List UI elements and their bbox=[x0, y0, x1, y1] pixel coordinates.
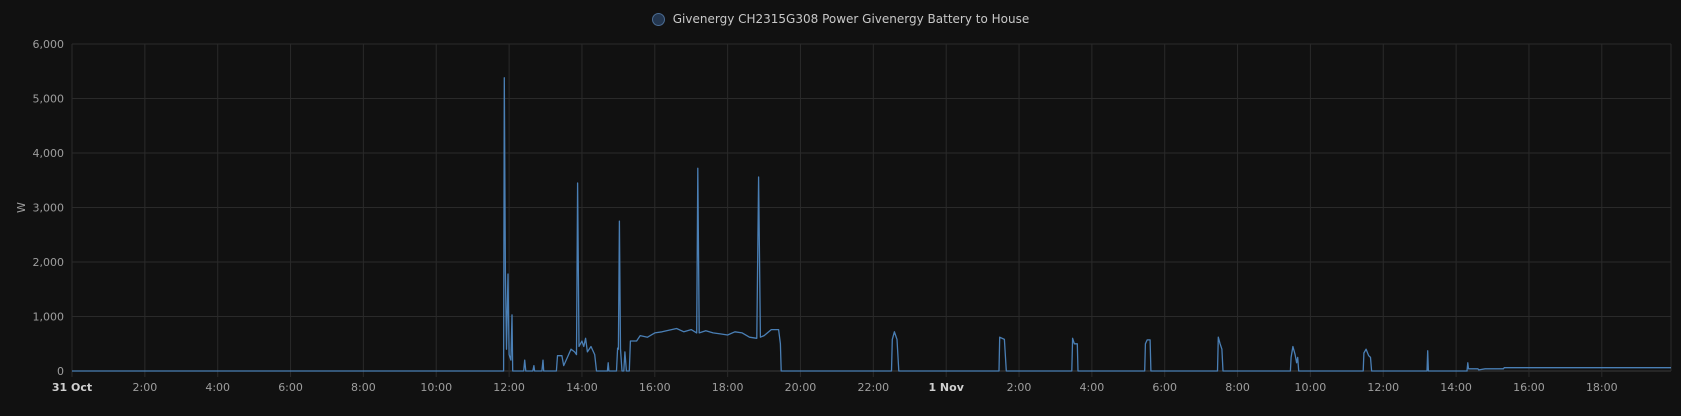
y-tick-label: 6,000 bbox=[33, 38, 65, 51]
x-tick-label: 6:00 bbox=[278, 381, 303, 394]
x-tick-label: 2:00 bbox=[132, 381, 157, 394]
x-tick-label: 10:00 bbox=[420, 381, 452, 394]
x-tick-label: 8:00 bbox=[1225, 381, 1250, 394]
x-tick-label: 6:00 bbox=[1152, 381, 1177, 394]
y-tick-label: 1,000 bbox=[33, 311, 65, 324]
y-tick-label: 0 bbox=[57, 365, 64, 378]
x-tick-label: 4:00 bbox=[205, 381, 230, 394]
x-tick-label: 4:00 bbox=[1080, 381, 1105, 394]
series-line bbox=[72, 77, 1671, 372]
chart-container: Givenergy CH2315G308 Power Givenergy Bat… bbox=[0, 0, 1681, 416]
x-tick-label: 8:00 bbox=[351, 381, 376, 394]
x-tick-label: 10:00 bbox=[1295, 381, 1327, 394]
x-tick-label: 16:00 bbox=[1513, 381, 1545, 394]
y-tick-label: 3,000 bbox=[33, 202, 65, 215]
x-tick-label: 20:00 bbox=[785, 381, 817, 394]
x-tick-label: 12:00 bbox=[1367, 381, 1399, 394]
x-tick-label: 2:00 bbox=[1007, 381, 1032, 394]
y-tick-label: 5,000 bbox=[33, 93, 65, 106]
y-axis-label: W bbox=[15, 202, 28, 213]
x-tick-label: 22:00 bbox=[857, 381, 889, 394]
x-tick-label: 18:00 bbox=[1586, 381, 1618, 394]
x-tick-label: 12:00 bbox=[493, 381, 525, 394]
y-tick-label: 4,000 bbox=[33, 147, 65, 160]
y-tick-label: 2,000 bbox=[33, 256, 65, 269]
x-tick-label: 16:00 bbox=[639, 381, 671, 394]
x-tick-label: 14:00 bbox=[1440, 381, 1472, 394]
chart-plot: 0 1,000 2,000 3,000 4,000 5,000 6,000 31 Oct 2:0… bbox=[15, 38, 1672, 394]
x-tick-label: 1 Nov bbox=[928, 381, 964, 394]
x-tick-label: 18:00 bbox=[712, 381, 744, 394]
x-tick-label: 14:00 bbox=[566, 381, 598, 394]
x-tick-label: 31 Oct bbox=[52, 381, 92, 394]
